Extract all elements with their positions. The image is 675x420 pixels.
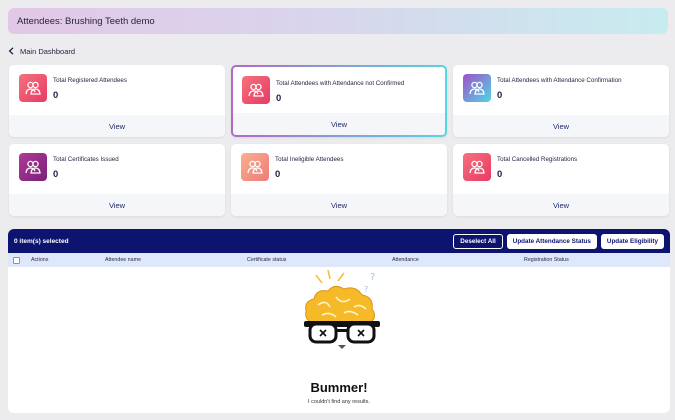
users-icon <box>19 153 47 181</box>
card-ineligible-attendees: Total Ineligible Attendees 0 View <box>231 144 447 216</box>
users-icon <box>463 74 491 102</box>
card-count: 0 <box>53 90 59 101</box>
card-title: Total Registered Attendees <box>53 77 127 84</box>
card-title: Total Ineligible Attendees <box>275 156 344 163</box>
card-count: 0 <box>53 169 59 180</box>
column-header-attendance[interactable]: Attendance <box>392 257 419 263</box>
empty-state-title: Bummer! <box>310 380 368 395</box>
svg-text:?: ? <box>370 272 375 283</box>
card-total-registered: Total Registered Attendees 0 View <box>9 65 225 137</box>
page-title: Attendees: Brushing Teeth demo <box>17 15 155 27</box>
back-link-label: Main Dashboard <box>20 46 76 56</box>
view-button[interactable]: View <box>9 115 225 137</box>
deselect-all-button[interactable]: Deselect All <box>453 233 503 249</box>
card-count: 0 <box>275 169 281 180</box>
card-title: Total Attendees with Attendance not Conf… <box>276 80 405 87</box>
svg-text:?: ? <box>364 285 368 294</box>
card-count: 0 <box>497 90 503 101</box>
view-button[interactable]: View <box>231 194 447 216</box>
card-count: 0 <box>497 169 503 180</box>
table-toolbar: 0 item(s) selected Deselect All Update A… <box>8 229 670 253</box>
attendees-table: 0 item(s) selected Deselect All Update A… <box>8 229 670 413</box>
view-button[interactable]: View <box>233 113 445 135</box>
update-eligibility-button[interactable]: Update Eligibility <box>600 233 664 249</box>
page-header: Attendees: Brushing Teeth demo <box>8 8 668 34</box>
column-header-registration-status[interactable]: Registration Status <box>524 257 569 263</box>
empty-state-message: I couldn't find any results. <box>308 399 370 405</box>
view-button[interactable]: View <box>9 194 225 216</box>
users-icon <box>19 74 47 102</box>
column-header-attendee-name[interactable]: Attendee name <box>105 257 141 263</box>
view-button[interactable]: View <box>453 115 669 137</box>
view-button[interactable]: View <box>453 194 669 216</box>
card-title: Total Certificates Issued <box>53 156 119 163</box>
update-attendance-status-button[interactable]: Update Attendance Status <box>506 233 597 249</box>
selected-count: 0 item(s) selected <box>14 237 69 245</box>
users-icon <box>241 153 269 181</box>
card-title: Total Attendees with Attendance Confirma… <box>497 77 622 84</box>
card-cancelled-registrations: Total Cancelled Registrations 0 View <box>453 144 669 216</box>
users-icon <box>463 153 491 181</box>
column-header-actions[interactable]: Actions <box>31 257 48 263</box>
card-certificates-issued: Total Certificates Issued 0 View <box>9 144 225 216</box>
chevron-left-icon <box>8 47 14 55</box>
card-title: Total Cancelled Registrations <box>497 156 578 163</box>
table-header: Actions Attendee name Certificate status… <box>8 253 670 267</box>
empty-state: ? ? Bummer! I couldn't find any results. <box>8 267 670 413</box>
card-attendance-confirmed: Total Attendees with Attendance Confirma… <box>453 65 669 137</box>
users-icon <box>242 76 270 104</box>
card-attendance-not-confirmed: Total Attendees with Attendance not Conf… <box>231 65 447 137</box>
back-link[interactable]: Main Dashboard <box>8 45 75 57</box>
confused-brain-illustration: ? ? <box>304 269 380 349</box>
column-header-certificate-status[interactable]: Certificate status <box>247 257 286 263</box>
select-all-checkbox[interactable] <box>13 257 20 264</box>
card-count: 0 <box>276 93 282 104</box>
